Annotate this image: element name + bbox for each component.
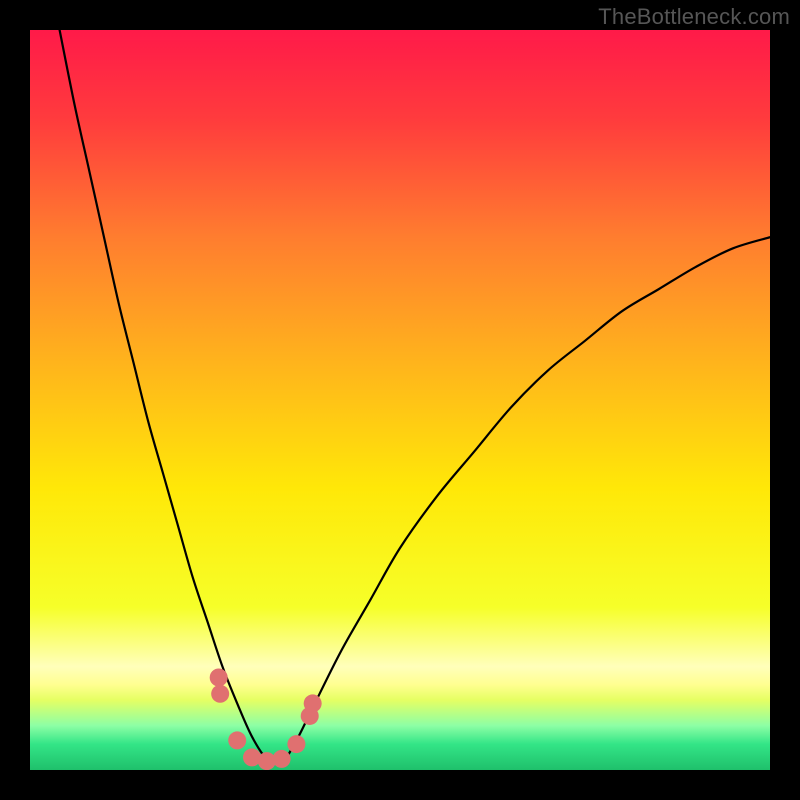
chart-frame xyxy=(30,30,770,770)
bottleneck-chart xyxy=(30,30,770,770)
gradient-background xyxy=(30,30,770,770)
threshold-marker xyxy=(287,735,305,753)
threshold-marker xyxy=(210,669,228,687)
threshold-marker xyxy=(304,694,322,712)
watermark-text: TheBottleneck.com xyxy=(598,4,790,30)
threshold-marker xyxy=(211,685,229,703)
threshold-marker xyxy=(273,750,291,768)
threshold-marker xyxy=(228,731,246,749)
